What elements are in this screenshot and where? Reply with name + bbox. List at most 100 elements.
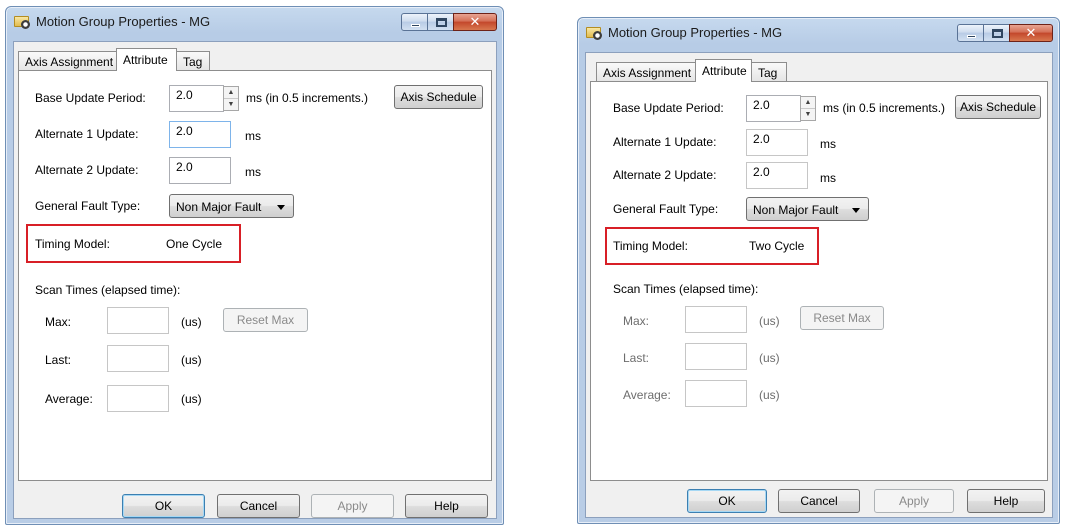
general-fault-type-select[interactable]: Non Major Fault <box>169 194 294 218</box>
last-scan-time-field <box>685 343 747 370</box>
timing-model-label: Timing Model: <box>613 239 688 253</box>
apply-button[interactable]: Apply <box>874 489 954 513</box>
maximize-icon <box>436 18 447 27</box>
base-update-period-spinner[interactable]: ▲ ▼ <box>800 96 816 121</box>
scan-times-heading: Scan Times (elapsed time): <box>35 283 181 297</box>
close-button[interactable]: ✕ <box>1009 24 1053 42</box>
alternate-1-update-label: Alternate 1 Update: <box>613 135 717 149</box>
max-label: Max: <box>45 315 72 329</box>
base-update-period-input[interactable]: 2.0 <box>746 95 801 122</box>
tab-axis-assignment[interactable]: Axis Assignment <box>18 51 118 71</box>
spin-down-icon[interactable]: ▼ <box>801 109 815 121</box>
caption-buttons: ✕ <box>401 13 497 31</box>
motion-group-folder-icon <box>14 14 31 29</box>
alternate-1-update-input[interactable]: 2.0 <box>746 129 808 156</box>
minimize-button[interactable] <box>401 13 428 31</box>
close-icon: ✕ <box>1025 25 1037 40</box>
cancel-button[interactable]: Cancel <box>778 489 860 513</box>
chevron-down-icon <box>277 205 285 210</box>
alternate-1-update-label: Alternate 1 Update: <box>35 127 139 141</box>
timing-model-value: Two Cycle <box>749 239 805 253</box>
minimize-icon <box>967 35 976 38</box>
maximize-button[interactable] <box>983 24 1010 42</box>
reset-max-button[interactable]: Reset Max <box>800 306 884 330</box>
base-update-period-input[interactable]: 2.0 <box>169 85 224 112</box>
max-label: Max: <box>623 314 650 328</box>
motion-group-properties-window-right: Motion Group Properties - MG ✕ Axis Assi… <box>577 17 1060 524</box>
base-update-period-label: Base Update Period: <box>613 101 724 115</box>
ok-button[interactable]: OK <box>122 494 205 518</box>
average-label: Average: <box>45 392 93 406</box>
general-fault-type-label: General Fault Type: <box>613 202 719 216</box>
motion-group-folder-icon <box>586 25 603 40</box>
timing-model-label: Timing Model: <box>35 237 110 251</box>
general-fault-type-label: General Fault Type: <box>35 199 141 213</box>
minimize-button[interactable] <box>957 24 984 42</box>
average-unit: (us) <box>181 392 202 406</box>
tab-tag[interactable]: Tag <box>176 51 210 71</box>
average-unit: (us) <box>759 388 780 402</box>
alternate-2-unit: ms <box>245 165 261 179</box>
alternate-2-unit: ms <box>820 171 836 185</box>
spin-up-icon[interactable]: ▲ <box>801 97 815 109</box>
spin-down-icon[interactable]: ▼ <box>224 99 238 111</box>
alternate-1-unit: ms <box>245 129 261 143</box>
maximize-icon <box>992 29 1003 38</box>
apply-button[interactable]: Apply <box>311 494 394 518</box>
general-fault-type-value: Non Major Fault <box>176 200 262 214</box>
help-button[interactable]: Help <box>405 494 488 518</box>
tab-attribute[interactable]: Attribute <box>695 59 752 82</box>
general-fault-type-select[interactable]: Non Major Fault <box>746 197 869 221</box>
ok-button[interactable]: OK <box>687 489 767 513</box>
average-scan-time-field <box>685 380 747 407</box>
title-bar[interactable]: Motion Group Properties - MG ✕ <box>6 7 503 37</box>
alternate-1-unit: ms <box>820 137 836 151</box>
cancel-button[interactable]: Cancel <box>217 494 300 518</box>
last-unit: (us) <box>181 353 202 367</box>
max-unit: (us) <box>759 314 780 328</box>
alternate-2-update-input[interactable]: 2.0 <box>746 162 808 189</box>
attribute-tab-panel: Base Update Period: 2.0 ▲ ▼ ms (in 0.5 i… <box>590 81 1048 481</box>
close-icon: ✕ <box>469 14 481 29</box>
base-update-period-unit: ms (in 0.5 increments.) <box>246 91 369 105</box>
alternate-2-update-input[interactable]: 2.0 <box>169 157 231 184</box>
tab-attribute[interactable]: Attribute <box>116 48 177 71</box>
last-scan-time-field <box>107 345 169 372</box>
max-scan-time-field <box>107 307 169 334</box>
tab-axis-assignment[interactable]: Axis Assignment <box>596 62 696 82</box>
motion-group-properties-window-left: Motion Group Properties - MG ✕ Axis Assi… <box>5 6 504 525</box>
reset-max-button[interactable]: Reset Max <box>223 308 308 332</box>
max-unit: (us) <box>181 315 202 329</box>
base-update-period-spinner[interactable]: ▲ ▼ <box>223 86 239 111</box>
window-title: Motion Group Properties - MG <box>608 25 783 40</box>
dialog-client-area: Axis Assignment Attribute Tag Base Updat… <box>13 41 497 519</box>
chevron-down-icon <box>852 208 860 213</box>
caption-buttons: ✕ <box>957 24 1053 42</box>
alternate-2-update-label: Alternate 2 Update: <box>35 163 139 177</box>
window-title: Motion Group Properties - MG <box>36 14 211 29</box>
title-bar[interactable]: Motion Group Properties - MG ✕ <box>578 18 1059 48</box>
alternate-1-update-input[interactable]: 2.0 <box>169 121 231 148</box>
close-button[interactable]: ✕ <box>453 13 497 31</box>
minimize-icon <box>411 24 420 27</box>
attribute-tab-panel: Base Update Period: 2.0 ▲ ▼ ms (in 0.5 i… <box>18 70 492 481</box>
tab-tag[interactable]: Tag <box>751 62 787 82</box>
last-label: Last: <box>623 351 650 365</box>
alternate-2-update-label: Alternate 2 Update: <box>613 168 717 182</box>
average-scan-time-field <box>107 385 169 412</box>
axis-schedule-button[interactable]: Axis Schedule <box>955 95 1041 119</box>
base-update-period-label: Base Update Period: <box>35 91 146 105</box>
spin-up-icon[interactable]: ▲ <box>224 87 238 99</box>
last-label: Last: <box>45 353 72 367</box>
timing-model-value: One Cycle <box>166 237 223 251</box>
average-label: Average: <box>623 388 671 402</box>
max-scan-time-field <box>685 306 747 333</box>
help-button[interactable]: Help <box>967 489 1045 513</box>
last-unit: (us) <box>759 351 780 365</box>
scan-times-heading: Scan Times (elapsed time): <box>613 282 759 296</box>
maximize-button[interactable] <box>427 13 454 31</box>
base-update-period-unit: ms (in 0.5 increments.) <box>823 101 946 115</box>
axis-schedule-button[interactable]: Axis Schedule <box>394 85 483 109</box>
dialog-client-area: Axis Assignment Attribute Tag Base Updat… <box>585 52 1053 518</box>
general-fault-type-value: Non Major Fault <box>753 203 839 217</box>
